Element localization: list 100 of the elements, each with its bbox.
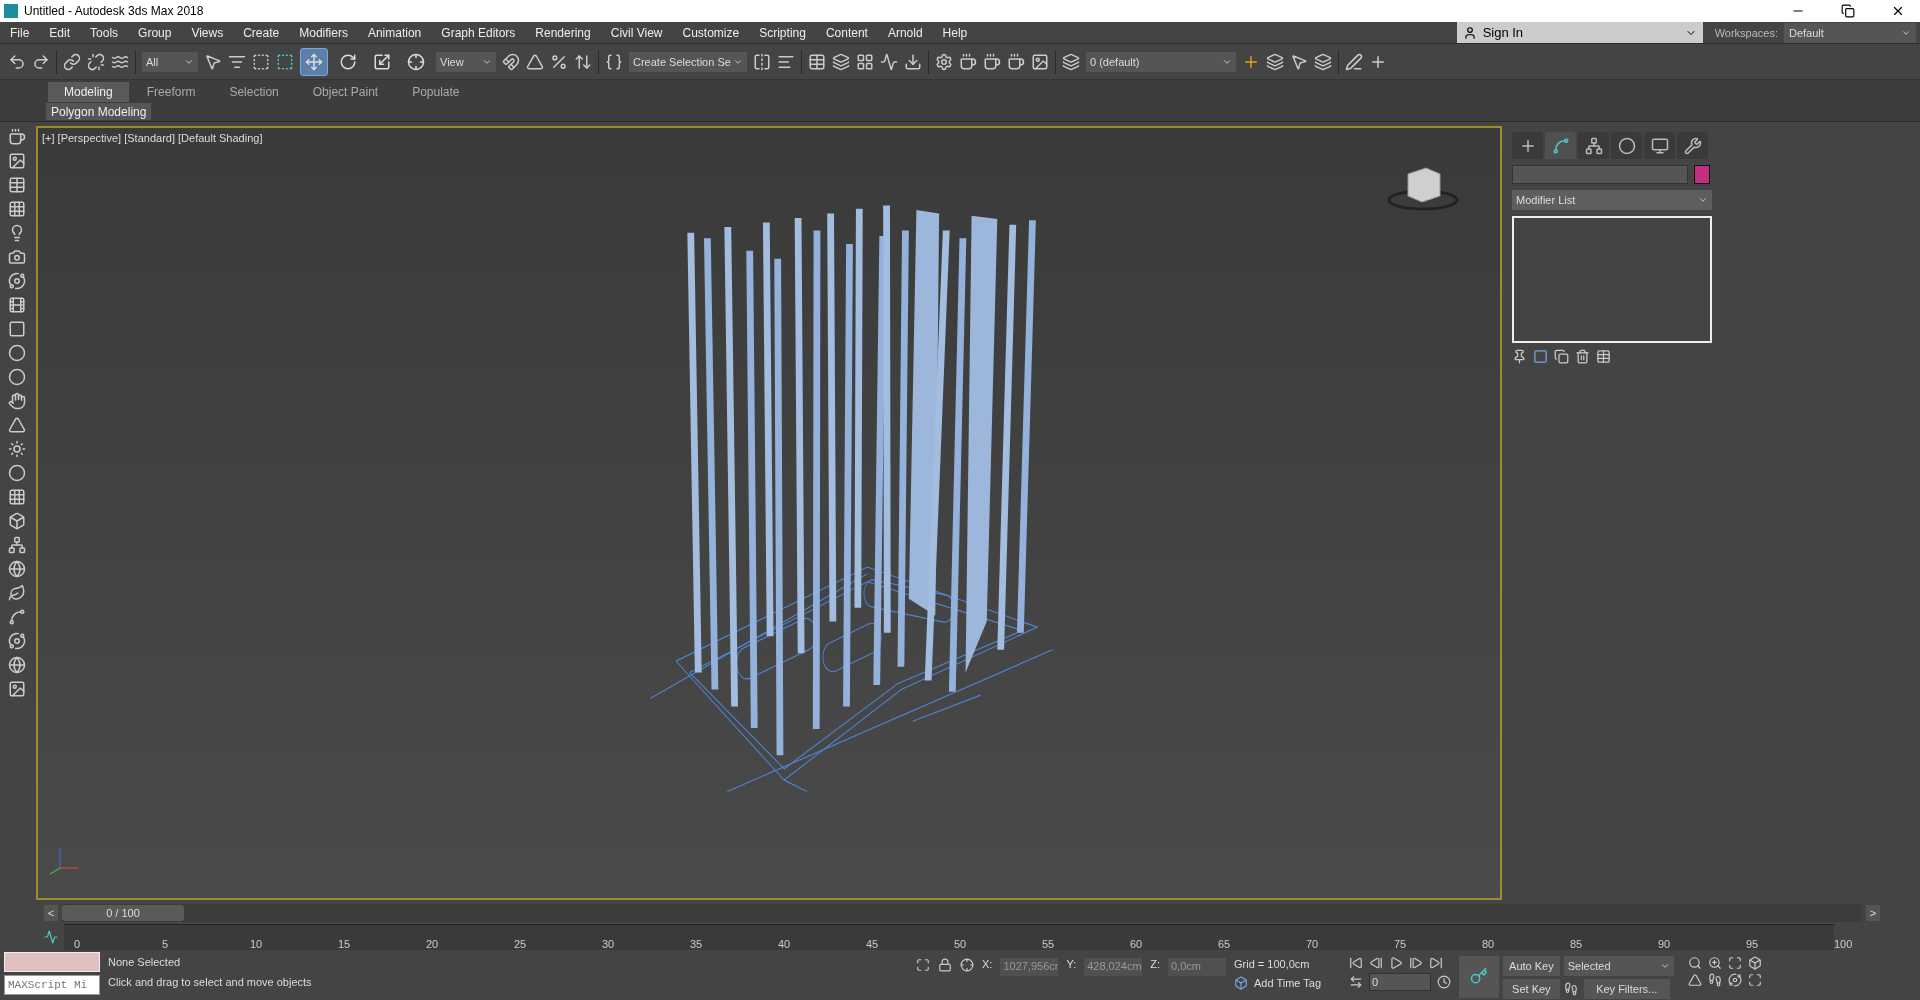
ribbon-panel-button[interactable]: Polygon Modeling [46,103,152,120]
image-icon[interactable] [8,152,26,170]
menu-item[interactable]: Arnold [877,25,933,40]
orbit-icon[interactable] [1727,973,1742,987]
menu-item[interactable]: Animation [357,25,432,40]
set-keys-button[interactable] [1459,956,1500,998]
menu-item[interactable]: Edit [39,25,81,40]
hierarchy-tab[interactable] [1578,132,1609,159]
show-end-result-icon[interactable] [1533,349,1548,364]
current-frame-button[interactable]: 0 / 100 [62,905,184,921]
table-icon[interactable] [8,176,26,194]
menu-item[interactable]: Tools [80,25,129,40]
select-layer-icon[interactable] [1290,52,1308,71]
ribbon-tab[interactable]: Freeform [130,82,212,102]
maxscript-field[interactable]: MAXScript Mi [4,975,100,995]
percent-snap-icon[interactable] [550,52,568,71]
menu-item[interactable]: Customize [672,25,750,40]
image-viewer-icon[interactable] [1031,52,1049,71]
listener-field[interactable] [4,952,100,972]
viewport[interactable]: [+] [Perspective] [Standard] [Default Shading] [36,126,1502,900]
named-selection-icon[interactable] [605,52,623,71]
absolute-mode-icon[interactable] [960,958,974,972]
time-tag-icon[interactable] [1234,976,1248,990]
walk-through-icon[interactable] [1707,973,1722,987]
move-tool-button[interactable] [300,47,328,76]
next-frame-button[interactable]: > [1866,905,1880,921]
modifier-list-dropdown[interactable]: Modifier List [1512,190,1712,210]
orbit-icon[interactable] [8,272,26,290]
region-select-icon[interactable] [252,52,270,71]
menu-item[interactable]: Group [128,25,182,40]
zoom-extents-all-icon[interactable] [1747,956,1762,970]
reference-coordinate-dropdown[interactable]: View [436,51,496,72]
utilities-tab[interactable] [1677,132,1708,159]
modify-tab[interactable] [1545,132,1576,159]
spiral-icon[interactable] [8,632,26,650]
camera-icon[interactable] [8,248,26,266]
select-icon[interactable] [204,52,222,71]
ribbon-tab[interactable]: Modeling [48,82,129,102]
menu-item[interactable]: Scripting [749,25,816,40]
layer-dropdown[interactable]: 0 (default) [1086,51,1236,72]
make-unique-icon[interactable] [1554,349,1569,364]
previous-frame-button[interactable]: < [44,905,58,921]
window-crossing-icon[interactable] [276,52,294,71]
spline-icon[interactable] [8,608,26,626]
zoom-all-icon[interactable] [1707,956,1722,970]
workspace-dropdown[interactable]: Default [1784,22,1916,43]
close-icon[interactable] [1891,4,1905,18]
curve-icon[interactable] [44,930,58,944]
leaf-icon[interactable] [8,584,26,602]
ribbon-tab[interactable]: Populate [396,82,476,102]
display-tab[interactable] [1644,132,1675,159]
menu-item[interactable]: File [0,25,40,40]
next-key-icon[interactable] [1409,956,1424,970]
scene-explorer-icon[interactable] [808,52,826,71]
sun-icon[interactable] [8,440,26,458]
go-to-end-icon[interactable] [1429,956,1444,970]
object-name-field[interactable] [1512,165,1688,184]
layer-manager-icon[interactable] [1314,52,1332,71]
ribbon-tab[interactable]: Object Paint [296,82,395,102]
set-key-button[interactable]: Set Key [1503,979,1560,999]
zoom-extents-icon[interactable] [1727,956,1742,970]
add-time-tag-text[interactable]: Add Time Tag [1254,977,1322,989]
redo-icon[interactable] [32,52,50,71]
mesh-icon[interactable] [8,488,26,506]
configure-icon[interactable] [1596,349,1611,364]
selection-filter-dropdown[interactable]: All [142,51,198,72]
current-frame-field[interactable]: 0 [1369,973,1432,991]
motion-tab[interactable] [1611,132,1642,159]
link-icon[interactable] [63,52,81,71]
restore-icon[interactable] [1841,4,1855,18]
key-filters-button[interactable]: Key Filters... [1583,979,1670,999]
menu-item[interactable]: Create [233,25,290,40]
time-config-icon[interactable] [1437,975,1452,989]
pin-icon[interactable] [1512,349,1527,364]
curve-editor-icon[interactable] [880,52,898,71]
grid-icon[interactable] [8,200,26,218]
menu-item[interactable]: Graph Editors [431,25,526,40]
play-icon[interactable] [1389,956,1404,970]
network-icon[interactable] [8,536,26,554]
disc-icon[interactable] [8,464,26,482]
angle-snap-icon[interactable] [526,52,544,71]
menu-item[interactable]: Modifiers [289,25,358,40]
ribbon-tab[interactable]: Selection [213,82,295,102]
modifier-stack[interactable] [1512,216,1712,343]
box-icon[interactable] [8,512,26,530]
zoom-icon[interactable] [1687,956,1702,970]
snap-icon[interactable] [502,52,520,71]
material-ball-icon[interactable] [8,656,26,674]
go-to-start-icon[interactable] [1349,956,1364,970]
menu-item[interactable]: Rendering [525,25,601,40]
isolate-icon[interactable] [916,958,930,972]
spinner-snap-icon[interactable] [574,52,592,71]
layer-explorer-icon[interactable] [832,52,850,71]
previous-key-icon[interactable] [1369,956,1384,970]
menu-item[interactable]: Help [932,25,978,40]
maximize-viewport-icon[interactable] [1747,973,1762,987]
film-icon[interactable] [8,296,26,314]
layer-icon[interactable] [1266,52,1284,71]
hand-icon[interactable] [8,392,26,410]
sphere-icon[interactable] [8,344,26,362]
